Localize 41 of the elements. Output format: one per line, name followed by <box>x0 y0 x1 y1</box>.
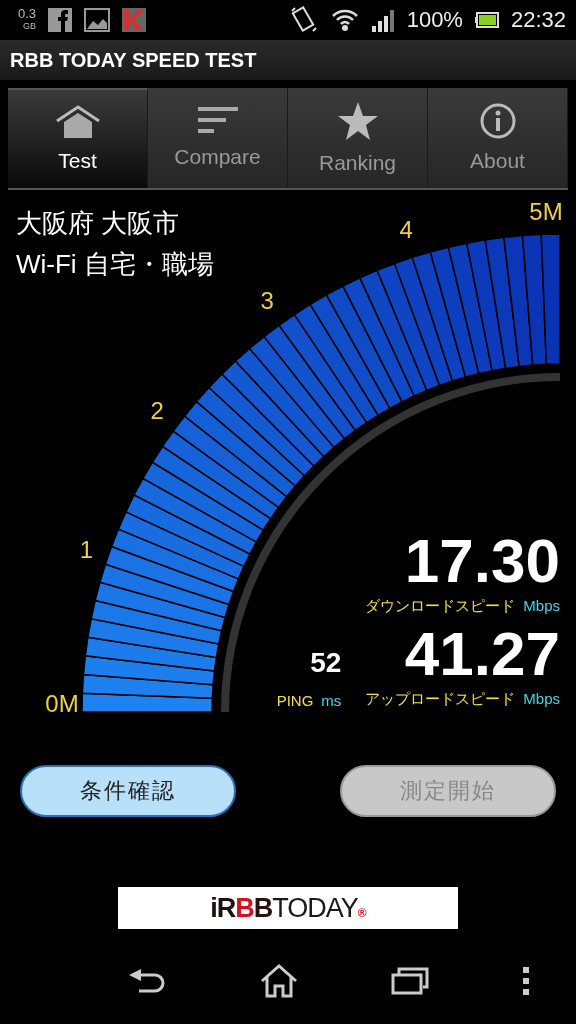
action-button[interactable]: 条件確認 <box>20 765 236 817</box>
menu-icon[interactable] <box>521 967 530 995</box>
info-icon <box>479 103 516 139</box>
tab[interactable]: Ranking <box>288 88 428 188</box>
scale-label: 0M <box>45 690 79 717</box>
lines-icon <box>195 107 240 135</box>
scale-label: 4 <box>399 216 413 244</box>
upload-label: アップロードスピード <box>365 690 516 709</box>
ping-label: PING <box>276 692 314 709</box>
wifi-icon <box>330 7 359 33</box>
battery-percentage: 100% <box>406 7 463 33</box>
tab[interactable]: Compare <box>148 88 288 188</box>
download-label: ダウンロードスピード <box>365 597 516 616</box>
data-usage: 0.3 GB <box>18 8 37 32</box>
unit-label: Mbps <box>523 597 560 616</box>
tab[interactable]: Test <box>8 88 148 188</box>
battery-icon <box>474 12 499 28</box>
ping-value: 52 <box>310 648 342 678</box>
signal-icon <box>370 8 395 32</box>
unit-label: Mbps <box>523 690 560 709</box>
facebook-icon <box>48 8 73 32</box>
location-text: 大阪府 大阪市 <box>16 207 180 240</box>
star-icon <box>336 101 379 141</box>
scale-label: 1 <box>79 536 94 564</box>
logo-banner[interactable]: iRBBTODAY® <box>118 887 458 929</box>
download-speed: 17.30 <box>404 531 560 591</box>
clock: 22:32 <box>510 7 566 33</box>
home-icon[interactable] <box>259 964 298 998</box>
app-icon <box>122 8 147 32</box>
tab[interactable]: About <box>428 88 568 188</box>
logo: iRBBTODAY® <box>210 892 366 924</box>
scale-label: 3 <box>260 287 274 315</box>
upload-speed: 41.27 <box>404 624 560 684</box>
recent-apps-icon[interactable] <box>390 967 429 995</box>
scale-label: 5M <box>529 198 563 225</box>
image-icon <box>84 8 111 32</box>
home-icon <box>54 105 101 139</box>
app-title: RBB TODAY SPEED TEST <box>10 48 257 72</box>
unit-label: ms <box>321 692 342 709</box>
scale-label: 2 <box>150 397 164 425</box>
connection-text: Wi-Fi 自宅・職場 <box>16 248 214 281</box>
